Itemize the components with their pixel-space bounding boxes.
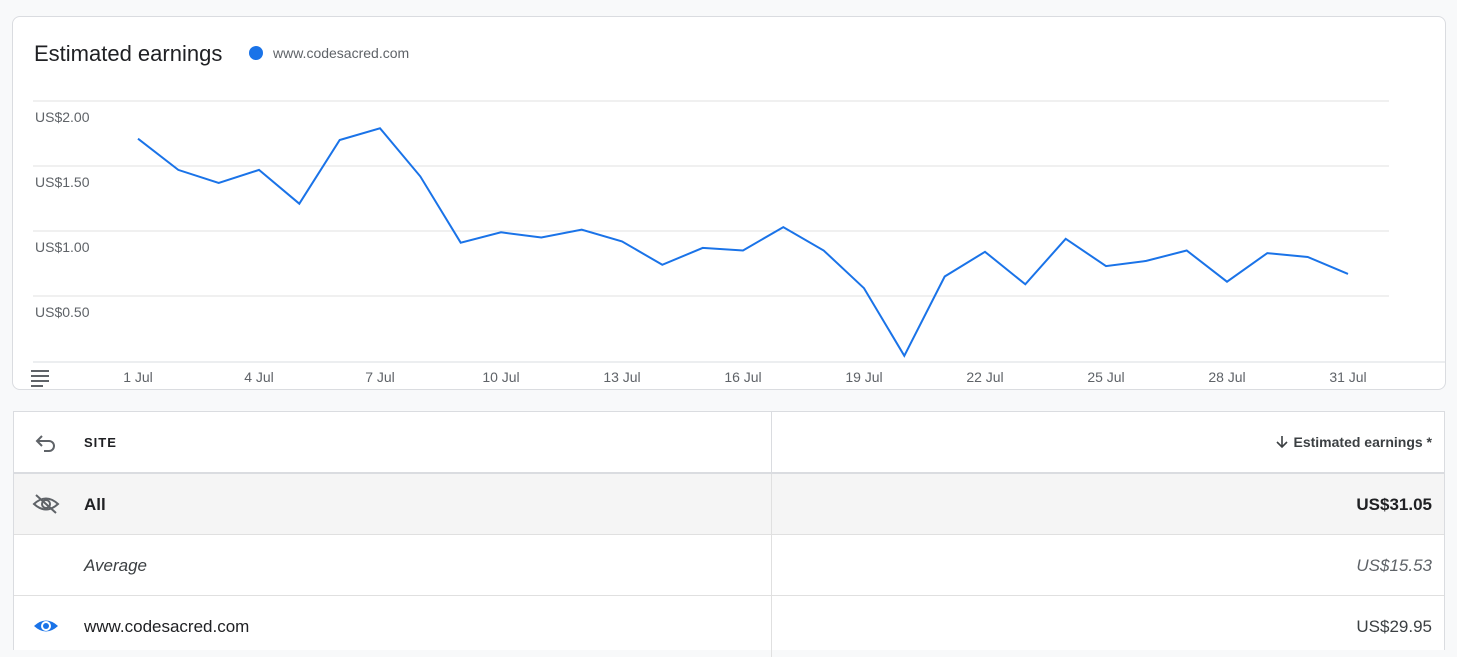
data-point[interactable] xyxy=(860,284,868,292)
data-point[interactable] xyxy=(658,261,666,269)
data-point[interactable] xyxy=(820,247,828,255)
data-point[interactable] xyxy=(295,200,303,208)
row-value: US$31.05 xyxy=(1356,495,1432,514)
data-point[interactable] xyxy=(376,124,384,132)
x-tick-label: 19 Jul xyxy=(845,369,882,385)
data-point[interactable] xyxy=(900,352,908,360)
data-point[interactable] xyxy=(779,223,787,231)
y-tick-label: US$1.00 xyxy=(35,239,90,255)
data-point[interactable] xyxy=(537,234,545,242)
y-tick-label: US$0.50 xyxy=(35,304,90,320)
x-tick-label: 7 Jul xyxy=(365,369,395,385)
undo-arrow-icon[interactable] xyxy=(32,429,60,457)
data-point[interactable] xyxy=(1304,253,1312,261)
data-point[interactable] xyxy=(1062,235,1070,243)
data-point[interactable] xyxy=(416,172,424,180)
data-point[interactable] xyxy=(578,226,586,234)
data-point[interactable] xyxy=(981,248,989,256)
data-point[interactable] xyxy=(1263,249,1271,257)
x-tick-label: 31 Jul xyxy=(1329,369,1366,385)
arrow-down-icon xyxy=(1275,435,1288,449)
data-point[interactable] xyxy=(739,247,747,255)
data-point[interactable] xyxy=(134,135,142,143)
earnings-column-header[interactable]: Estimated earnings * xyxy=(1275,434,1433,450)
data-point[interactable] xyxy=(215,179,223,187)
x-tick-label: 28 Jul xyxy=(1208,369,1245,385)
data-point[interactable] xyxy=(1021,280,1029,288)
data-point[interactable] xyxy=(699,244,707,252)
eye-icon[interactable] xyxy=(32,612,60,640)
data-point[interactable] xyxy=(1102,262,1110,270)
table-row[interactable]: www.codesacred.com US$29.95 xyxy=(14,596,1444,657)
x-tick-label: 16 Jul xyxy=(724,369,761,385)
site-table: SITE Estimated earnings * All US$31.05 A… xyxy=(13,411,1445,657)
x-tick-label: 1 Jul xyxy=(123,369,153,385)
data-point[interactable] xyxy=(457,239,465,247)
table-row[interactable]: All US$31.05 xyxy=(14,474,1444,535)
y-tick-label: US$2.00 xyxy=(35,109,90,125)
row-value: US$29.95 xyxy=(1356,617,1432,636)
data-point[interactable] xyxy=(255,166,263,174)
table-header-row: SITE Estimated earnings * xyxy=(14,412,1444,474)
row-label: Average xyxy=(84,556,148,575)
table-row: Average US$15.53 xyxy=(14,535,1444,596)
menu-lines-icon[interactable] xyxy=(31,370,49,387)
x-tick-label: 25 Jul xyxy=(1087,369,1124,385)
earnings-column-label: Estimated earnings * xyxy=(1293,434,1433,450)
row-value: US$15.53 xyxy=(1356,556,1432,575)
row-label: www.codesacred.com xyxy=(84,617,250,636)
data-point[interactable] xyxy=(1223,278,1231,286)
eye-off-icon[interactable] xyxy=(32,490,60,518)
data-point[interactable] xyxy=(618,237,626,245)
y-tick-label: US$1.50 xyxy=(35,174,90,190)
site-column-header[interactable]: SITE xyxy=(84,435,117,450)
x-tick-label: 4 Jul xyxy=(244,369,274,385)
data-point[interactable] xyxy=(1142,257,1150,265)
earnings-chart-card: Estimated earnings www.codesacred.com US… xyxy=(12,16,1446,390)
line-chart[interactable]: US$2.00 US$1.50 US$1.00 US$0.50 1 Jul 4 Jul 7 … xyxy=(13,17,1447,391)
data-point[interactable] xyxy=(1344,270,1352,278)
data-point[interactable] xyxy=(941,273,949,281)
data-point[interactable] xyxy=(336,136,344,144)
data-point[interactable] xyxy=(174,166,182,174)
data-point[interactable] xyxy=(1183,247,1191,255)
row-label: All xyxy=(84,495,106,514)
x-tick-label: 22 Jul xyxy=(966,369,1003,385)
x-tick-label: 10 Jul xyxy=(482,369,519,385)
data-point[interactable] xyxy=(497,228,505,236)
x-tick-label: 13 Jul xyxy=(603,369,640,385)
series-line[interactable] xyxy=(137,127,1349,358)
